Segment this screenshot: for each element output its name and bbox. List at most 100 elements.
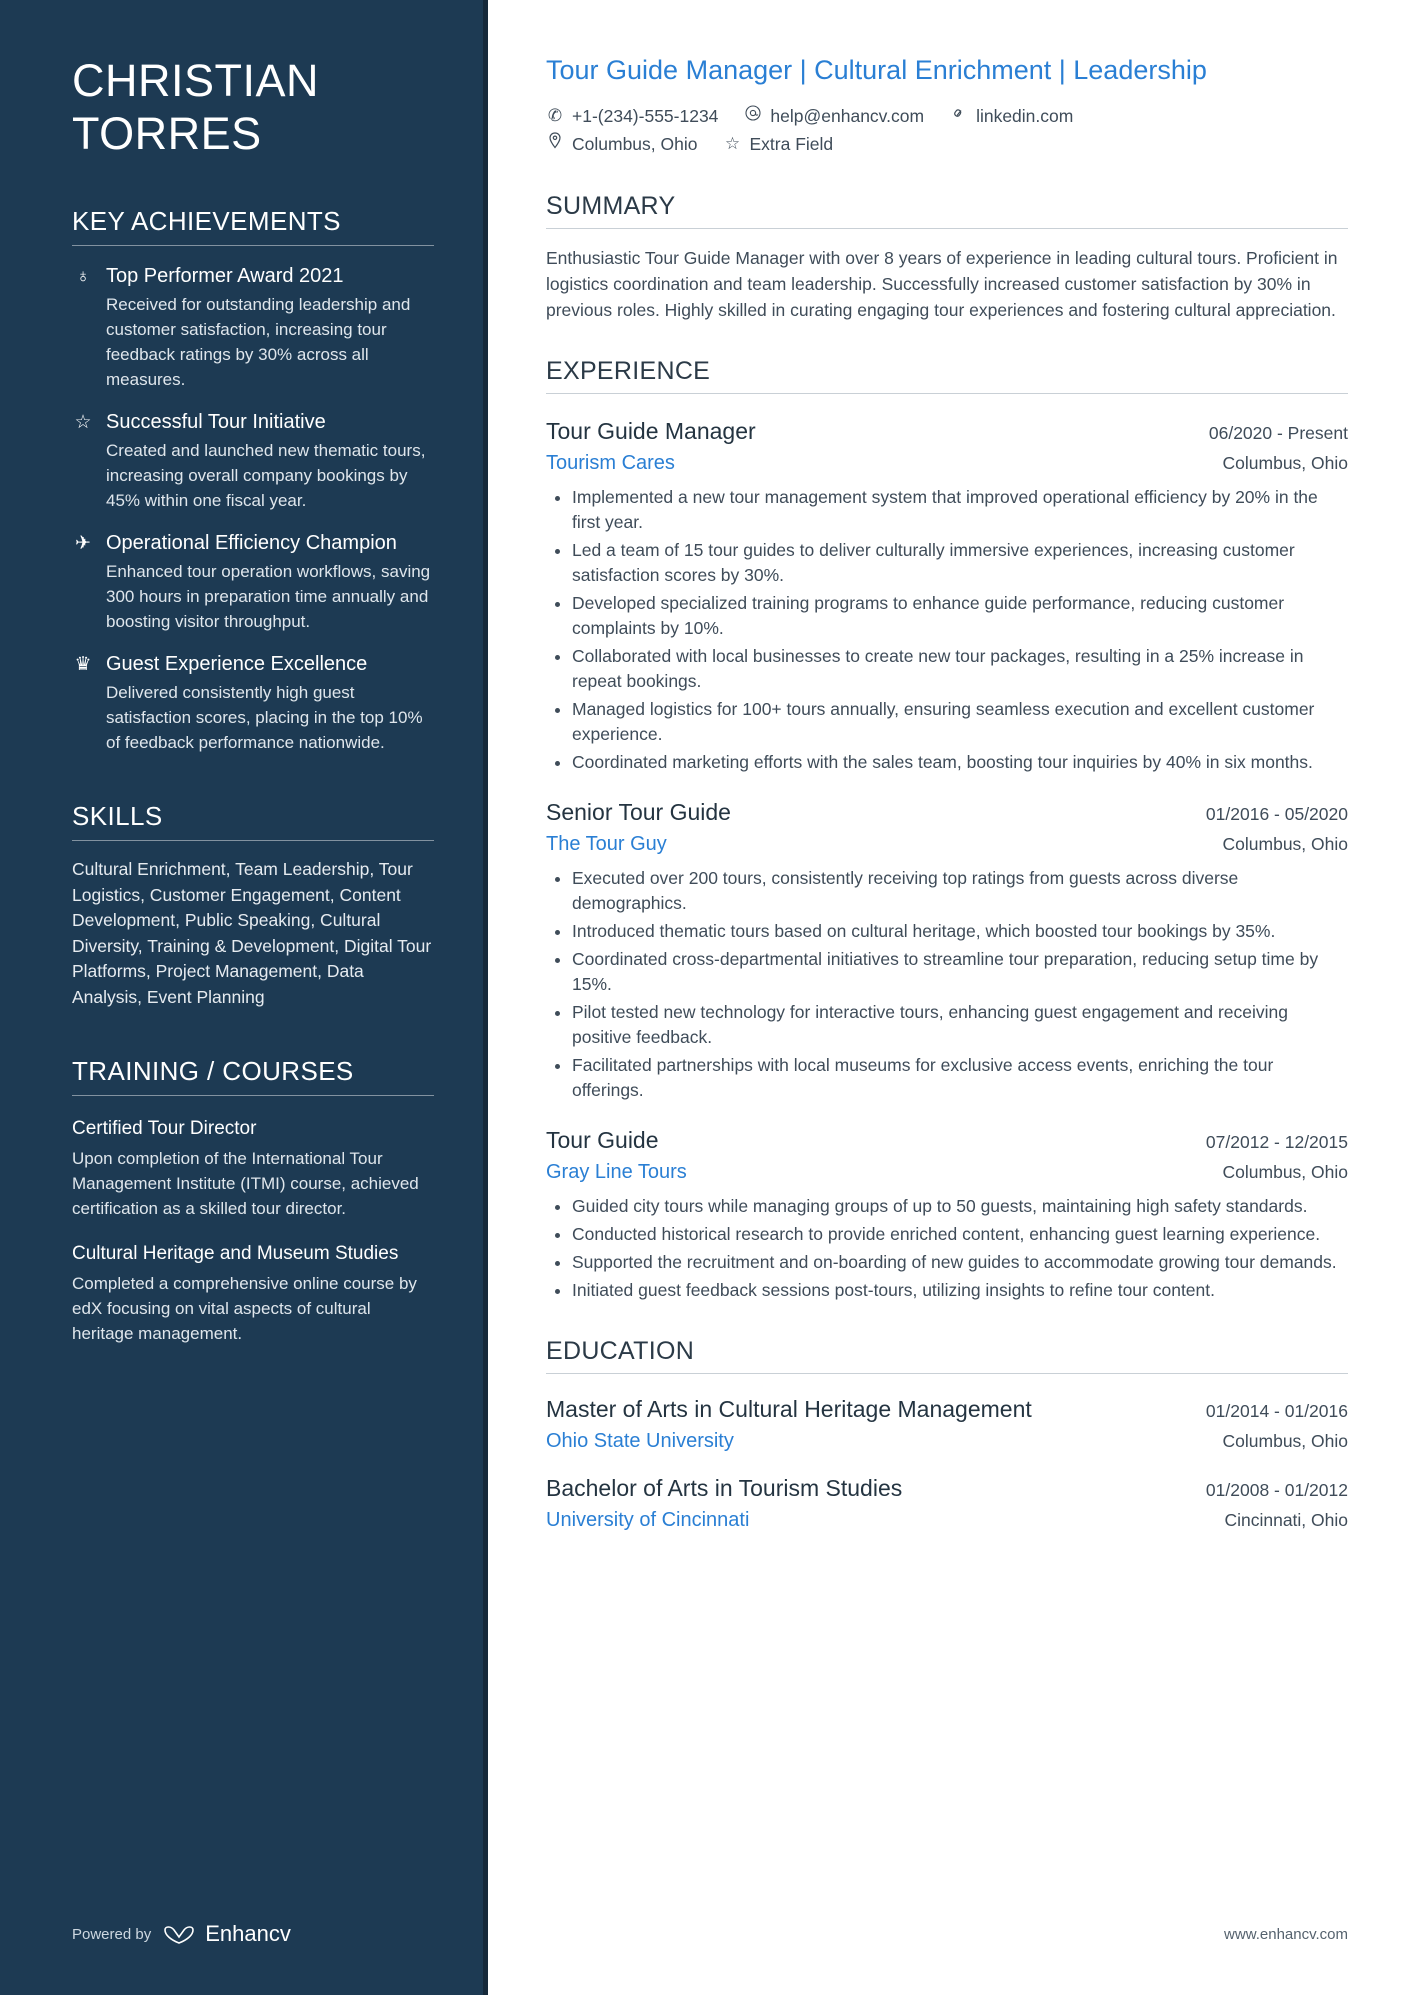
course-item: Certified Tour Director Upon completion … bbox=[72, 1116, 434, 1221]
job-location: Columbus, Ohio bbox=[1222, 453, 1348, 473]
job-title: Tour Guide bbox=[546, 1127, 659, 1153]
phone-value: +1-(234)-555-1234 bbox=[572, 106, 719, 126]
job-bullet: Supported the recruitment and on-boardin… bbox=[572, 1250, 1348, 1275]
contact-info: ✆ +1-(234)-555-1234 help@enhancv.com lin… bbox=[546, 102, 1348, 158]
job-company[interactable]: Gray Line Tours bbox=[546, 1161, 687, 1184]
education-school[interactable]: Ohio State University bbox=[546, 1430, 734, 1453]
skills-section: SKILLS Cultural Enrichment, Team Leaders… bbox=[72, 801, 434, 1010]
location-value: Columbus, Ohio bbox=[572, 134, 698, 154]
powered-by-label: Powered by bbox=[72, 1925, 152, 1943]
course-description: Completed a comprehensive online course … bbox=[72, 1274, 417, 1343]
job-company[interactable]: Tourism Cares bbox=[546, 452, 675, 475]
professional-headline: Tour Guide Manager | Cultural Enrichment… bbox=[546, 55, 1207, 85]
achievement-title: Top Performer Award 2021 bbox=[106, 265, 344, 287]
achievement-title: Guest Experience Excellence bbox=[106, 653, 368, 675]
experience-entry: Senior Tour Guide 01/2016 - 05/2020 The … bbox=[546, 797, 1348, 1103]
job-company[interactable]: The Tour Guy bbox=[546, 833, 667, 856]
phone-contact[interactable]: ✆ +1-(234)-555-1234 bbox=[546, 102, 719, 130]
star-icon: ☆ bbox=[74, 412, 92, 433]
key-achievements-title: KEY ACHIEVEMENTS bbox=[72, 206, 434, 246]
course-title: Certified Tour Director bbox=[72, 1118, 257, 1139]
education-date-range: 01/2008 - 01/2012 bbox=[1205, 1480, 1348, 1500]
job-date-range: 01/2016 - 05/2020 bbox=[1205, 804, 1348, 824]
achievement-description: Enhanced tour operation workflows, savin… bbox=[106, 562, 431, 631]
summary-title: SUMMARY bbox=[546, 192, 1348, 229]
key-achievements-section: KEY ACHIEVEMENTS ♁ Top Performer Award 2… bbox=[72, 206, 434, 755]
email-circle-icon bbox=[745, 105, 761, 121]
award-ribbon-icon: ♁ bbox=[75, 266, 91, 287]
job-bullet: Initiated guest feedback sessions post-t… bbox=[572, 1278, 1348, 1303]
achievement-item: ♁ Top Performer Award 2021 Received for … bbox=[72, 264, 434, 392]
enhancv-logo: Enhancv bbox=[163, 1921, 291, 1947]
achievement-description: Created and launched new thematic tours,… bbox=[106, 441, 426, 510]
job-bullet: Guided city tours while managing groups … bbox=[572, 1194, 1348, 1219]
candidate-first-name: CHRISTIAN bbox=[72, 55, 320, 106]
job-date-range: 07/2012 - 12/2015 bbox=[1205, 1132, 1348, 1152]
extra-field-value: Extra Field bbox=[749, 134, 834, 154]
job-bullet: Coordinated cross-departmental initiativ… bbox=[572, 947, 1348, 997]
email-contact[interactable]: help@enhancv.com bbox=[744, 102, 924, 130]
course-description: Upon completion of the International Tou… bbox=[72, 1149, 419, 1218]
job-location: Columbus, Ohio bbox=[1222, 834, 1348, 854]
achievement-item: ♛ Guest Experience Excellence Delivered … bbox=[72, 652, 434, 755]
achievement-title: Operational Efficiency Champion bbox=[106, 532, 397, 554]
job-title: Senior Tour Guide bbox=[546, 799, 731, 825]
summary-section: SUMMARY Enthusiastic Tour Guide Manager … bbox=[546, 192, 1348, 323]
extra-field-contact: ☆ Extra Field bbox=[723, 130, 833, 158]
main-content: Tour Guide Manager | Cultural Enrichment… bbox=[488, 0, 1410, 1995]
job-bullet: Facilitated partnerships with local muse… bbox=[572, 1053, 1348, 1103]
achievement-item: ✈ Operational Efficiency Champion Enhanc… bbox=[72, 531, 434, 634]
email-value: help@enhancv.com bbox=[770, 106, 925, 126]
job-bullet: Coordinated marketing efforts with the s… bbox=[572, 750, 1348, 775]
achievement-title: Successful Tour Initiative bbox=[106, 411, 326, 433]
job-bullet: Introduced thematic tours based on cultu… bbox=[572, 919, 1348, 944]
job-bullet: Conducted historical research to provide… bbox=[572, 1222, 1348, 1247]
website-footer: www.enhancv.com bbox=[1224, 1926, 1348, 1943]
contact-row-2: Columbus, Ohio ☆ Extra Field bbox=[546, 130, 1348, 158]
job-location: Columbus, Ohio bbox=[1222, 1162, 1348, 1182]
phone-icon: ✆ bbox=[547, 106, 563, 125]
email-icon bbox=[744, 102, 762, 130]
training-courses-section: TRAINING / COURSES Certified Tour Direct… bbox=[72, 1056, 434, 1346]
achievement-description: Delivered consistently high guest satisf… bbox=[106, 683, 423, 752]
skills-list: Cultural Enrichment, Team Leadership, To… bbox=[72, 859, 432, 1007]
experience-entry: Tour Guide Manager 06/2020 - Present Tou… bbox=[546, 416, 1348, 775]
job-bullet: Managed logistics for 100+ tours annuall… bbox=[572, 697, 1348, 747]
education-section: EDUCATION Master of Arts in Cultural Her… bbox=[546, 1337, 1348, 1532]
job-bullet: Collaborated with local businesses to cr… bbox=[572, 644, 1348, 694]
job-bullets: Executed over 200 tours, consistently re… bbox=[546, 866, 1348, 1103]
education-school[interactable]: University of Cincinnati bbox=[546, 1509, 749, 1532]
powered-by-footer: Powered by Enhancv bbox=[72, 1921, 291, 1947]
enhancv-mark-icon bbox=[164, 1926, 195, 1944]
education-location: Cincinnati, Ohio bbox=[1224, 1510, 1348, 1530]
star-outline-icon: ☆ bbox=[724, 134, 741, 153]
achievement-description: Received for outstanding leadership and … bbox=[106, 295, 411, 389]
course-title: Cultural Heritage and Museum Studies bbox=[72, 1243, 399, 1264]
rocket-icon: ✈ bbox=[75, 533, 91, 554]
trophy-icon: ♛ bbox=[74, 654, 92, 675]
job-bullets: Implemented a new tour management system… bbox=[546, 485, 1348, 775]
job-bullet: Executed over 200 tours, consistently re… bbox=[572, 866, 1348, 916]
location-pin-icon bbox=[546, 130, 564, 158]
linkedin-value: linkedin.com bbox=[976, 106, 1074, 126]
experience-title: EXPERIENCE bbox=[546, 357, 1348, 394]
training-courses-title: TRAINING / COURSES bbox=[72, 1056, 434, 1096]
job-title: Tour Guide Manager bbox=[546, 418, 756, 444]
course-item: Cultural Heritage and Museum Studies Com… bbox=[72, 1241, 434, 1346]
experience-entry: Tour Guide 07/2012 - 12/2015 Gray Line T… bbox=[546, 1125, 1348, 1303]
linkedin-contact[interactable]: linkedin.com bbox=[950, 102, 1073, 130]
enhancv-brand-name: Enhancv bbox=[205, 1921, 291, 1946]
location-contact: Columbus, Ohio bbox=[546, 130, 697, 158]
link-icon bbox=[950, 102, 968, 130]
education-entry: Bachelor of Arts in Tourism Studies 01/2… bbox=[546, 1473, 1348, 1532]
education-degree: Master of Arts in Cultural Heritage Mana… bbox=[546, 1396, 1032, 1422]
job-bullet: Implemented a new tour management system… bbox=[572, 485, 1348, 535]
job-bullet: Led a team of 15 tour guides to deliver … bbox=[572, 538, 1348, 588]
candidate-name: CHRISTIAN TORRES bbox=[72, 54, 434, 160]
resume-page: CHRISTIAN TORRES KEY ACHIEVEMENTS ♁ Top … bbox=[0, 0, 1410, 1995]
map-pin-icon bbox=[549, 132, 561, 149]
achievement-item: ☆ Successful Tour Initiative Created and… bbox=[72, 410, 434, 513]
job-bullets: Guided city tours while managing groups … bbox=[546, 1194, 1348, 1303]
skills-title: SKILLS bbox=[72, 801, 434, 841]
education-date-range: 01/2014 - 01/2016 bbox=[1205, 1401, 1348, 1421]
